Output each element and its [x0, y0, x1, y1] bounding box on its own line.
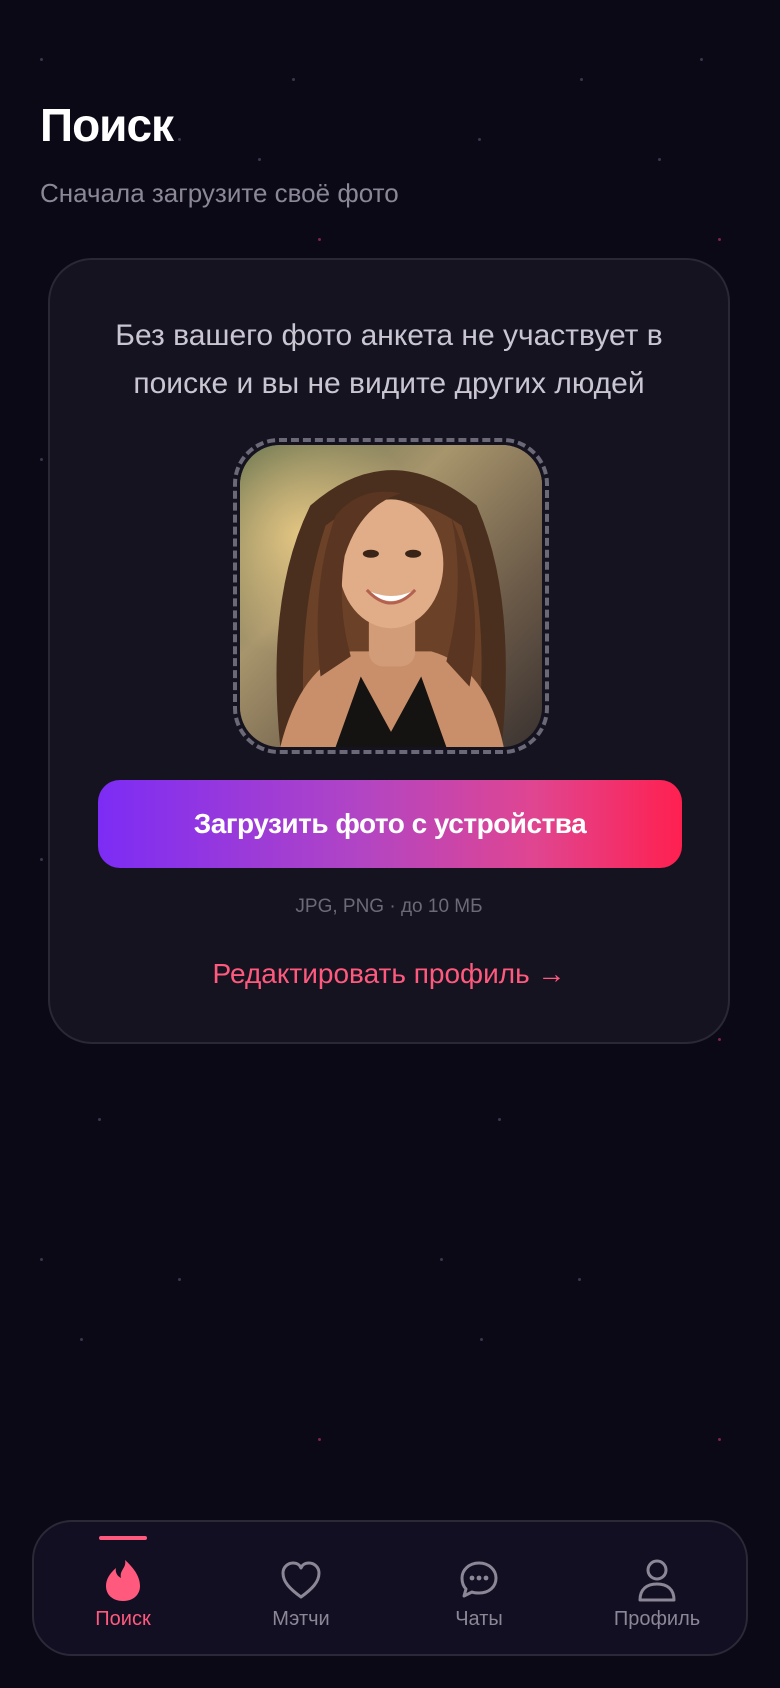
- heart-icon: [279, 1558, 323, 1602]
- tab-label: Мэтчи: [272, 1608, 330, 1630]
- flame-icon: [101, 1558, 145, 1602]
- bottom-tab-bar: Поиск Мэтчи Чаты Профиль: [32, 1520, 748, 1656]
- tab-label: Профиль: [613, 1608, 701, 1630]
- file-formats-hint: JPG, PNG · до 10 МБ: [295, 896, 483, 917]
- portrait-image: [240, 445, 542, 747]
- upload-photo-card: Без вашего фото анкета не участвует в по…: [48, 258, 730, 1044]
- tab-profile[interactable]: Профиль: [568, 1522, 746, 1654]
- person-icon: [635, 1558, 679, 1602]
- page-subtitle: Сначала загрузите своё фото: [40, 178, 399, 208]
- tab-label: Поиск: [95, 1608, 151, 1630]
- active-tab-indicator: [99, 1536, 147, 1540]
- chat-bubble-icon: [457, 1558, 501, 1602]
- card-message: Без вашего фото анкета не участвует в по…: [115, 319, 663, 400]
- page-title: Поиск: [40, 99, 174, 151]
- tab-chats[interactable]: Чаты: [390, 1522, 568, 1654]
- tab-search[interactable]: Поиск: [34, 1522, 212, 1654]
- photo-dropzone[interactable]: [233, 438, 549, 754]
- edit-profile-link[interactable]: Редактировать профиль →: [50, 958, 728, 990]
- profile-photo-preview: [240, 445, 542, 747]
- tab-matches[interactable]: Мэтчи: [212, 1522, 390, 1654]
- tab-label: Чаты: [455, 1608, 503, 1630]
- upload-photo-button[interactable]: Загрузить фото с устройства: [98, 780, 682, 868]
